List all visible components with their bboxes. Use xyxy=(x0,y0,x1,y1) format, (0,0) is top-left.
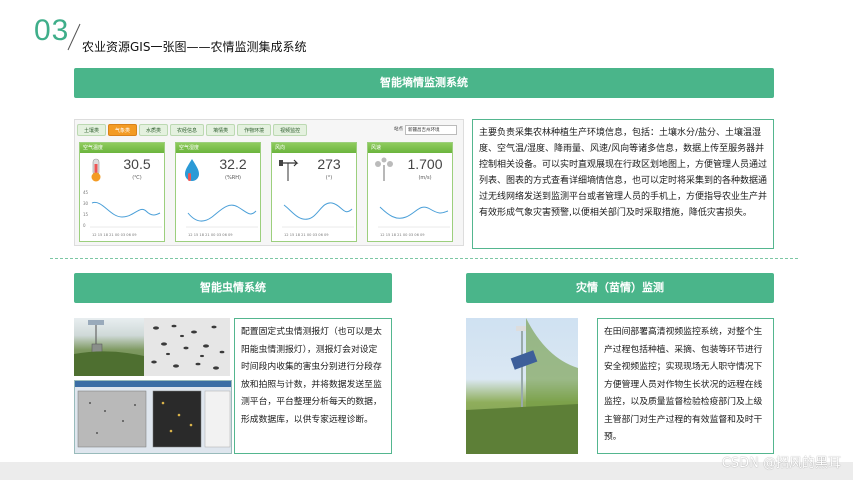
sensor-value: 1.700 xyxy=(407,156,443,172)
disaster-description: 在田间部署高清视频监控系统，对整个生产过程包括种植、采摘、包装等环节进行安全视频… xyxy=(597,318,774,454)
tab-moisture[interactable]: 墒情类 xyxy=(206,124,236,136)
y-tick: 30 xyxy=(83,201,89,206)
section-divider xyxy=(50,258,798,259)
sensor-trend-chart: 12 15 18 21 00 03 06 09 xyxy=(282,202,354,237)
captured-insects-photo xyxy=(144,318,230,376)
disaster-section-banner: 灾情（苗情）监测 xyxy=(466,273,774,303)
slash-decoration xyxy=(67,23,81,51)
sensor-card-wind-speed: 风速 1.700 (m/s) 12 15 18 21 00 03 06 09 xyxy=(367,142,453,242)
pest-analysis-software-screenshot xyxy=(74,380,232,454)
y-tick: 0 xyxy=(83,223,86,228)
x-ticks: 12 15 18 21 00 03 06 09 xyxy=(380,233,425,237)
station-select[interactable]: 新疆昌吉州环境 xyxy=(405,125,457,135)
tab-crop-env[interactable]: 作物环境 xyxy=(237,124,272,136)
station-select-label: 站点 xyxy=(394,127,403,132)
wind-vane-icon xyxy=(279,159,299,181)
page-title: 农业资源GIS一张图——农情监测集成系统 xyxy=(82,40,307,54)
sensor-card-label: 风速 xyxy=(368,143,452,153)
sensor-unit: (m/s) xyxy=(418,175,432,181)
x-ticks: 12 15 18 21 00 03 06 09 xyxy=(188,233,233,237)
y-tick: 45 xyxy=(83,190,89,195)
video-monitoring-pole-photo xyxy=(466,318,578,454)
sensor-card-label: 空气湿度 xyxy=(176,143,260,153)
sensor-unit: (℃) xyxy=(132,175,142,181)
sensor-trend-chart: 45 30 15 0 12 15 18 21 00 03 06 09 xyxy=(83,190,162,237)
sensor-value: 32.2 xyxy=(219,156,247,172)
anemometer-icon xyxy=(375,157,393,181)
section-number: 03 xyxy=(34,14,70,47)
sensor-card-wind-direction: 风向 273 (°) 12 15 18 21 00 03 06 09 xyxy=(271,142,357,242)
pest-section-banner: 智能虫情系统 xyxy=(74,273,392,303)
tab-weather[interactable]: 气象类 xyxy=(108,124,138,136)
watermark: CSDN @招风的黑耳 xyxy=(721,456,841,471)
tab-soil[interactable]: 土壤类 xyxy=(77,124,107,136)
sensor-card-air-temp: 空气温度 30.5 (℃) 45 30 15 0 12 15 18 21 00 … xyxy=(79,142,165,242)
sensor-trend-chart: 12 15 18 21 00 03 06 09 xyxy=(186,204,258,237)
soil-description: 主要负责采集农林种植生产环境信息，包括：土壤水分/盐分、土壤温湿度、空气温/湿度… xyxy=(472,119,774,249)
soil-dashboard-screenshot: 土壤类 气象类 水质类 农经信息 墒情类 作物环境 视频监控 站点 新疆昌吉州环… xyxy=(74,119,464,246)
x-ticks: 12 15 18 21 00 03 06 09 xyxy=(92,233,137,237)
sensor-card-air-humidity: 空气湿度 32.2 (%RH) 12 15 18 21 00 03 06 09 xyxy=(175,142,261,242)
y-tick: 15 xyxy=(83,212,89,217)
x-ticks: 12 15 18 21 00 03 06 09 xyxy=(284,233,329,237)
soil-section-banner: 智能墒情监测系统 xyxy=(74,68,774,98)
sensor-card-label: 风向 xyxy=(272,143,356,153)
sensor-unit: (°) xyxy=(325,175,333,181)
sensor-card-label: 空气温度 xyxy=(80,143,164,153)
tab-video[interactable]: 视频监控 xyxy=(273,124,308,136)
pest-lamp-field-photo xyxy=(74,318,144,376)
sensor-value: 30.5 xyxy=(123,156,151,172)
thermometer-icon xyxy=(91,158,101,182)
tab-water[interactable]: 水质类 xyxy=(139,124,169,136)
slide: 03 农业资源GIS一张图——农情监测集成系统 智能墒情监测系统 土壤类 气象类… xyxy=(0,0,853,480)
dashboard-tabs: 土壤类 气象类 水质类 农经信息 墒情类 作物环境 视频监控 xyxy=(77,124,308,138)
sensor-trend-chart: 12 15 18 21 00 03 06 09 xyxy=(378,206,450,237)
tab-agri-info[interactable]: 农经信息 xyxy=(170,124,205,136)
pest-description: 配置固定式虫情测报灯（也可以是太阳能虫情测报灯），测报灯会对设定时间段内收集的害… xyxy=(234,318,392,454)
sensor-unit: (%RH) xyxy=(225,175,241,181)
humidity-drop-icon xyxy=(185,159,199,181)
sensor-value: 273 xyxy=(317,156,341,172)
